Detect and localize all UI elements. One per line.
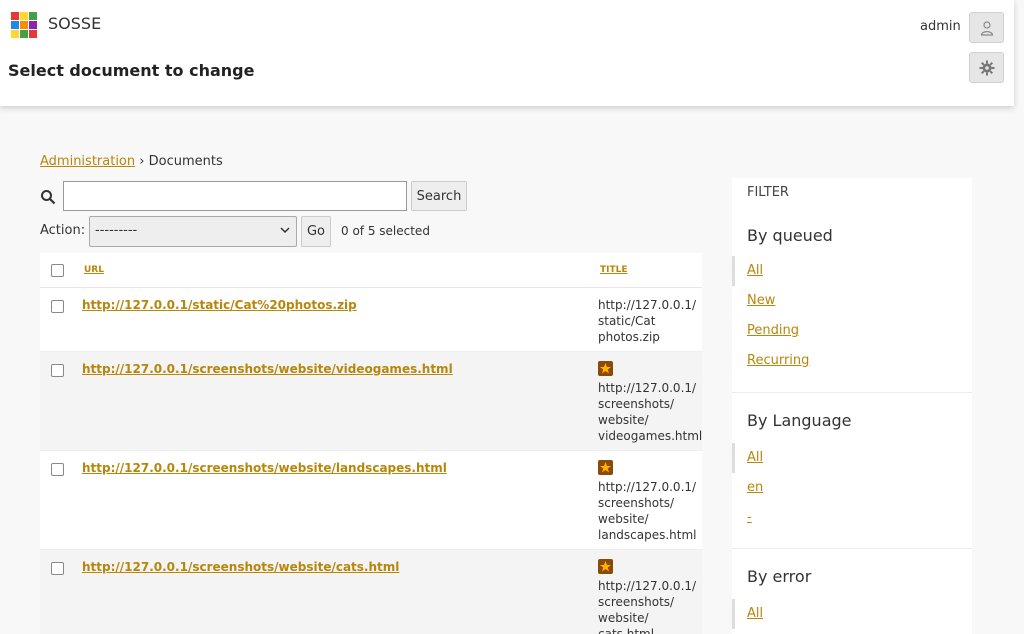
star-icon [598,361,613,376]
action-label: Action: [40,223,86,238]
username: admin [920,19,961,34]
table-row: http://127.0.0.1/static/Cat%20photos.zip… [40,288,702,352]
breadcrumb-administration-link[interactable]: Administration [40,154,135,169]
document-title: http://127.0.0.1/ screenshots/ website/ … [598,381,702,443]
row-checkbox[interactable] [51,300,64,313]
document-url-link[interactable]: http://127.0.0.1/static/Cat%20photos.zip [82,298,357,312]
chevron-down-icon [280,227,290,234]
breadcrumb-current: Documents [148,154,223,169]
table-header: URL TITLE [40,253,702,288]
brand-name[interactable]: SOSSE [48,14,101,33]
filter-error-all[interactable]: All [732,599,972,629]
filter-language-all[interactable]: All [732,443,972,473]
results-table: URL TITLE http://127.0.0.1/static/Cat%20… [40,253,702,634]
column-header-url[interactable]: URL [84,265,104,275]
select-all-checkbox[interactable] [51,264,64,277]
filter-group-title: By Language [747,411,852,430]
selection-count: 0 of 5 selected [341,224,430,238]
filter-group-queued: By queued All New Pending Recurring [732,218,972,392]
document-url-link[interactable]: http://127.0.0.1/screenshots/website/lan… [82,461,447,475]
filter-queued-pending[interactable]: Pending [732,316,972,346]
filter-panel: FILTER By queued All New Pending Recurri… [732,178,972,634]
user-icon [980,20,993,36]
settings-button[interactable] [969,52,1004,83]
document-url-link[interactable]: http://127.0.0.1/screenshots/website/cat… [82,560,399,574]
column-header-title[interactable]: TITLE [600,265,628,275]
table-row: http://127.0.0.1/screenshots/website/lan… [40,451,702,550]
filter-group-error: By error All [732,548,972,634]
document-title: http://127.0.0.1/ static/Cat photos.zip [598,298,697,344]
action-select[interactable]: --------- [89,216,297,247]
breadcrumb-separator: › [139,154,145,169]
filter-group-language: By Language All en - [732,392,972,548]
page-title: Select document to change [8,61,255,80]
sosse-logo-icon[interactable] [8,9,41,42]
go-button[interactable]: Go [301,216,331,247]
document-title: http://127.0.0.1/ screenshots/ website/ … [598,480,697,542]
star-icon [598,559,613,574]
user-menu-button[interactable] [969,12,1004,43]
filter-queued-all[interactable]: All [732,256,972,286]
star-icon [598,460,613,475]
breadcrumb: Administration › Documents [40,154,223,169]
search-button[interactable]: Search [411,181,467,211]
top-header: SOSSE Select document to change admin [0,0,1014,106]
row-checkbox[interactable] [51,562,64,575]
document-title: http://127.0.0.1/ screenshots/ website/ … [598,579,697,634]
filter-queued-new[interactable]: New [732,286,972,316]
row-checkbox[interactable] [51,364,64,377]
row-checkbox[interactable] [51,463,64,476]
filter-group-title: By queued [747,226,833,245]
document-url-link[interactable]: http://127.0.0.1/screenshots/website/vid… [82,362,453,376]
action-select-value: --------- [95,223,138,238]
filter-heading: FILTER [747,185,789,200]
filter-language-none[interactable]: - [732,503,972,533]
search-input[interactable] [63,181,407,211]
filter-group-title: By error [747,567,812,586]
search-icon [41,190,56,205]
gear-icon [979,60,994,75]
filter-queued-recurring[interactable]: Recurring [732,346,972,376]
table-row: http://127.0.0.1/screenshots/website/vid… [40,352,702,451]
table-row: http://127.0.0.1/screenshots/website/cat… [40,550,702,634]
filter-language-en[interactable]: en [732,473,972,503]
